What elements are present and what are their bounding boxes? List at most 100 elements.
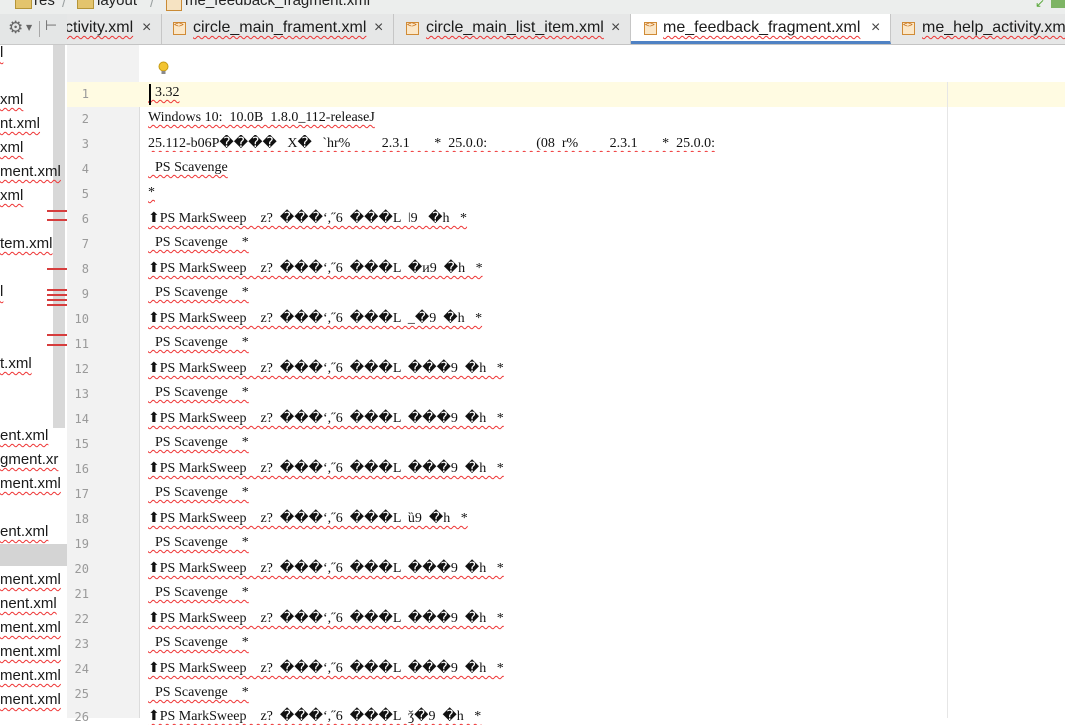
- tree-item[interactable]: nent.xml: [0, 595, 57, 612]
- code-line[interactable]: ⬆PS MarkSweep z? ���ʻ,˝6 ���L �и9 �h *: [148, 260, 483, 277]
- code-line[interactable]: ⬆PS MarkSweep z? ���ʻ,˝6 ���L ǀ9 �h *: [148, 210, 467, 227]
- xml-file-icon: [406, 20, 419, 35]
- xml-file-icon: [644, 20, 657, 35]
- close-icon[interactable]: ×: [611, 19, 620, 37]
- code-line[interactable]: PS Scavenge *: [148, 435, 249, 451]
- project-panel-toolbar: ⚙ ▼ ⊢: [0, 14, 68, 45]
- tree-item[interactable]: ment.xml: [0, 691, 61, 708]
- gutter-header: [67, 45, 140, 82]
- tree-item[interactable]: l: [0, 283, 3, 300]
- tree-item-selected[interactable]: [0, 544, 67, 566]
- close-icon[interactable]: ×: [374, 19, 383, 37]
- tab-label: ctivity.xml: [67, 19, 134, 36]
- code-line[interactable]: ⬆PS MarkSweep z? ���ʻ,˝6 ���L ���9 �h *: [148, 560, 504, 577]
- tree-item[interactable]: tem.xml: [0, 235, 53, 252]
- code-line[interactable]: Windows 10: 10.0B 1.8.0_112-releaseJ: [148, 110, 375, 126]
- tree-item[interactable]: l: [0, 45, 3, 61]
- breadcrumb: res / layout / me_feedback_fragment.xml …: [0, 0, 1065, 14]
- breadcrumb-item-file[interactable]: me_feedback_fragment.xml: [185, 0, 370, 9]
- error-marker: [47, 294, 67, 296]
- line-number: 22: [74, 612, 89, 626]
- line-number: 13: [74, 387, 89, 401]
- code-line[interactable]: ⬆PS MarkSweep z? ���ʻ,˝6 ���L ���9 �h *: [148, 360, 504, 377]
- code-text: ⬆PS MarkSweep z? ���ʻ,˝6 ���L _�9 �h *: [148, 311, 483, 326]
- code-line[interactable]: PS Scavenge *: [148, 385, 249, 401]
- line-number: 5: [81, 187, 89, 201]
- tab-circle-main-frament[interactable]: circle_main_frament.xml ×: [162, 14, 394, 44]
- breadcrumb-separator-icon: /: [62, 0, 66, 10]
- code-line[interactable]: PS Scavenge *: [148, 235, 249, 251]
- tab-me-feedback-fragment[interactable]: me_feedback_fragment.xml ×: [631, 14, 891, 44]
- line-number: 17: [74, 487, 89, 501]
- error-marker: [47, 304, 67, 306]
- code-line[interactable]: *: [148, 185, 155, 201]
- code-line[interactable]: PS Scavenge *: [148, 285, 249, 301]
- xml-file-icon: [173, 20, 186, 35]
- code-line[interactable]: 25.112-b06P���� X� `hr% 2.3.1 * 25.0.0: …: [148, 135, 1065, 152]
- error-marker: [47, 334, 67, 336]
- tree-item[interactable]: t.xml: [0, 355, 32, 372]
- breadcrumb-item-layout[interactable]: layout: [97, 0, 137, 9]
- tree-item[interactable]: ment.xml: [0, 163, 61, 180]
- line-number: 12: [74, 362, 89, 376]
- tree-scrollbar[interactable]: [53, 45, 65, 428]
- collapse-panel-icon[interactable]: ⊢: [45, 18, 57, 34]
- close-icon[interactable]: ×: [871, 19, 880, 37]
- gear-icon[interactable]: ⚙: [8, 18, 23, 38]
- tree-item[interactable]: ent.xml: [0, 427, 48, 444]
- code-text: ⬆PS MarkSweep z? ���ʻ,˝6 ���L ǯ�9 �h *: [148, 709, 482, 724]
- code-line[interactable]: PS Scavenge *: [148, 535, 249, 551]
- tree-item[interactable]: ment.xml: [0, 619, 61, 636]
- code-line[interactable]: 3.32: [148, 85, 180, 101]
- tab-circle-main-list-item[interactable]: circle_main_list_item.xml ×: [394, 14, 631, 44]
- tab-label: circle_main_frament.xml: [193, 19, 367, 36]
- code-text: ⬆PS MarkSweep z? ���ʻ,˝6 ���L ���9 �h *: [148, 411, 504, 426]
- tree-item[interactable]: ment.xml: [0, 643, 61, 660]
- line-number: 6: [81, 212, 89, 226]
- tree-item[interactable]: ment.xml: [0, 571, 61, 588]
- line-number: 11: [74, 337, 89, 351]
- code-line[interactable]: PS Scavenge *: [148, 585, 249, 601]
- toolbar-corner-icon[interactable]: [1051, 0, 1065, 8]
- lightbulb-icon[interactable]: [157, 61, 170, 75]
- tab-label: me_feedback_fragment.xml: [663, 19, 861, 36]
- run-arrow-icon[interactable]: ↙: [1035, 0, 1045, 10]
- tree-item[interactable]: gment.xr: [0, 451, 58, 468]
- code-line[interactable]: PS Scavenge: [148, 160, 228, 176]
- tab-me-help-activity[interactable]: me_help_activity.xm: [891, 14, 1065, 44]
- code-line[interactable]: ⬆PS MarkSweep z? ���ʻ,˝6 ���L ���9 �h *: [148, 660, 504, 677]
- code-line[interactable]: ⬆PS MarkSweep z? ���ʻ,˝6 ���L ǯ�9 �h *: [148, 708, 481, 725]
- tab-activity[interactable]: ctivity.xml ×: [67, 14, 162, 44]
- tree-item[interactable]: ent.xml: [0, 523, 48, 540]
- code-line[interactable]: ⬆PS MarkSweep z? ���ʻ,˝6 ���L ���9 �h *: [148, 460, 504, 477]
- current-line-highlight: [67, 82, 1065, 107]
- tree-item[interactable]: nt.xml: [0, 115, 40, 132]
- code-line[interactable]: PS Scavenge *: [148, 635, 249, 651]
- close-icon[interactable]: ×: [142, 19, 151, 37]
- code-text: ⬆PS MarkSweep z? ���ʻ,˝6 ���L ���9 �h *: [148, 361, 504, 376]
- tree-item[interactable]: ment.xml: [0, 475, 61, 492]
- tree-item[interactable]: ment.xml: [0, 667, 61, 684]
- code-text: *: [148, 185, 155, 200]
- code-line[interactable]: PS Scavenge *: [148, 485, 249, 501]
- code-line[interactable]: ⬆PS MarkSweep z? ���ʻ,˝6 ���L ���9 �h *: [148, 610, 504, 627]
- tree-item[interactable]: xml: [0, 187, 23, 204]
- breadcrumb-item-res[interactable]: res: [34, 0, 55, 9]
- code-text: ⬆PS MarkSweep z? ���ʻ,˝6 ���L ���9 �h *: [148, 561, 504, 576]
- code-text: PS Scavenge *: [148, 485, 249, 500]
- error-marker: [47, 289, 67, 291]
- line-number: 15: [74, 437, 89, 451]
- tab-label: me_help_activity.xm: [922, 19, 1065, 36]
- code-line[interactable]: ⬆PS MarkSweep z? ���ʻ,˝6 ���L ���9 �h *: [148, 410, 504, 427]
- tree-item[interactable]: xml: [0, 139, 23, 156]
- chevron-down-icon[interactable]: ▼: [26, 23, 32, 32]
- code-line[interactable]: PS Scavenge *: [148, 685, 249, 701]
- code-line[interactable]: ⬆PS MarkSweep z? ���ʻ,˝6 ���L ȕ9 �h *: [148, 510, 468, 527]
- line-number: 7: [81, 237, 89, 251]
- line-number: 20: [74, 562, 89, 576]
- code-line[interactable]: PS Scavenge *: [148, 335, 249, 351]
- tree-item[interactable]: xml: [0, 91, 23, 108]
- code-text: PS Scavenge *: [148, 235, 249, 250]
- code-line[interactable]: ⬆PS MarkSweep z? ���ʻ,˝6 ���L _�9 �h *: [148, 310, 482, 327]
- xml-file-icon: [166, 0, 182, 11]
